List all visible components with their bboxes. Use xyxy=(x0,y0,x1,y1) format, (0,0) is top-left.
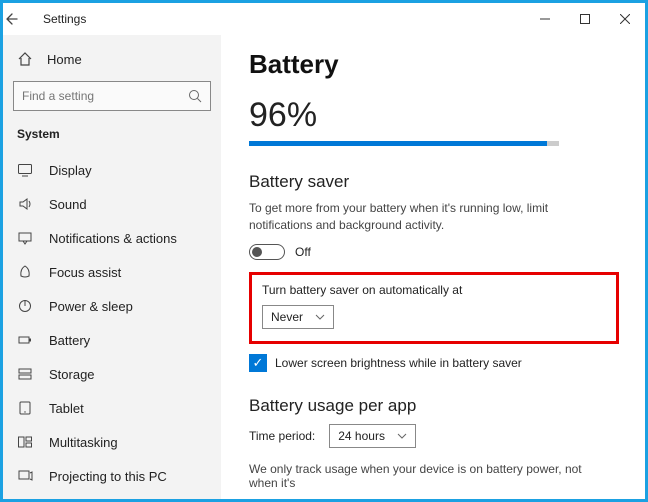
sidebar-item-battery[interactable]: Battery xyxy=(7,323,217,357)
focus-assist-icon xyxy=(17,264,35,280)
battery-saver-toggle[interactable] xyxy=(249,244,285,260)
sidebar-item-label: Power & sleep xyxy=(49,299,133,314)
sidebar-item-label: Sound xyxy=(49,197,87,212)
sidebar-item-display[interactable]: Display xyxy=(7,153,217,187)
auto-on-select[interactable]: Never xyxy=(262,305,334,329)
page-title: Battery xyxy=(249,49,623,80)
battery-percentage: 96% xyxy=(249,96,623,135)
battery-saver-desc: To get more from your battery when it's … xyxy=(249,200,599,234)
sidebar: Home System Display Sound Notifications & … xyxy=(3,35,221,499)
time-period-value: 24 hours xyxy=(338,429,385,443)
search-input[interactable] xyxy=(22,89,188,103)
battery-progress xyxy=(249,141,559,146)
chevron-down-icon xyxy=(315,313,325,321)
lower-brightness-label: Lower screen brightness while in battery… xyxy=(275,356,522,370)
sidebar-item-multitasking[interactable]: Multitasking xyxy=(7,425,217,459)
power-icon xyxy=(17,298,35,314)
sidebar-item-power-sleep[interactable]: Power & sleep xyxy=(7,289,217,323)
sidebar-item-label: Notifications & actions xyxy=(49,231,177,246)
sidebar-nav: Display Sound Notifications & actions Focus… xyxy=(7,153,217,491)
main-content: Battery 96% Battery saver To get more fr… xyxy=(221,35,645,499)
auto-on-label: Turn battery saver on automatically at xyxy=(262,283,606,297)
projecting-icon xyxy=(17,468,35,484)
search-icon xyxy=(188,89,202,103)
usage-info: We only track usage when your device is … xyxy=(249,462,599,490)
home-label: Home xyxy=(47,52,82,67)
auto-on-value: Never xyxy=(271,310,303,324)
sidebar-item-projecting-to-this-pc[interactable]: Projecting to this PC xyxy=(7,459,217,491)
sidebar-item-tablet[interactable]: Tablet xyxy=(7,391,217,425)
sidebar-category: System xyxy=(7,121,217,153)
search-box[interactable] xyxy=(13,81,211,111)
notifications-icon xyxy=(17,230,35,246)
window-title: Settings xyxy=(39,12,525,26)
tablet-icon xyxy=(17,400,35,416)
battery-icon xyxy=(17,332,35,348)
sidebar-item-label: Focus assist xyxy=(49,265,121,280)
sound-icon xyxy=(17,196,35,212)
sidebar-item-label: Tablet xyxy=(49,401,84,416)
maximize-button[interactable] xyxy=(565,3,605,35)
minimize-button[interactable] xyxy=(525,3,565,35)
sidebar-item-notifications-actions[interactable]: Notifications & actions xyxy=(7,221,217,255)
display-icon xyxy=(17,162,35,178)
sidebar-item-focus-assist[interactable]: Focus assist xyxy=(7,255,217,289)
lower-brightness-checkbox[interactable]: ✓ xyxy=(249,354,267,372)
time-period-label: Time period: xyxy=(249,429,315,443)
usage-heading: Battery usage per app xyxy=(249,396,623,416)
minimize-icon xyxy=(540,14,550,24)
toggle-state-label: Off xyxy=(295,245,311,259)
back-button[interactable] xyxy=(3,11,39,27)
time-period-select[interactable]: 24 hours xyxy=(329,424,416,448)
multitasking-icon xyxy=(17,434,35,450)
chevron-down-icon xyxy=(397,432,407,440)
sidebar-item-label: Display xyxy=(49,163,92,178)
titlebar: Settings xyxy=(3,3,645,35)
sidebar-item-label: Projecting to this PC xyxy=(49,469,167,484)
home-icon xyxy=(17,51,35,67)
sidebar-item-label: Storage xyxy=(49,367,95,382)
home-link[interactable]: Home xyxy=(7,43,217,75)
close-icon xyxy=(620,14,630,24)
sidebar-item-label: Multitasking xyxy=(49,435,118,450)
maximize-icon xyxy=(580,14,590,24)
auto-on-section: Turn battery saver on automatically at N… xyxy=(249,272,619,344)
close-button[interactable] xyxy=(605,3,645,35)
back-arrow-icon xyxy=(3,11,19,27)
sidebar-item-storage[interactable]: Storage xyxy=(7,357,217,391)
sidebar-item-sound[interactable]: Sound xyxy=(7,187,217,221)
battery-saver-heading: Battery saver xyxy=(249,172,623,192)
storage-icon xyxy=(17,366,35,382)
sidebar-item-label: Battery xyxy=(49,333,90,348)
